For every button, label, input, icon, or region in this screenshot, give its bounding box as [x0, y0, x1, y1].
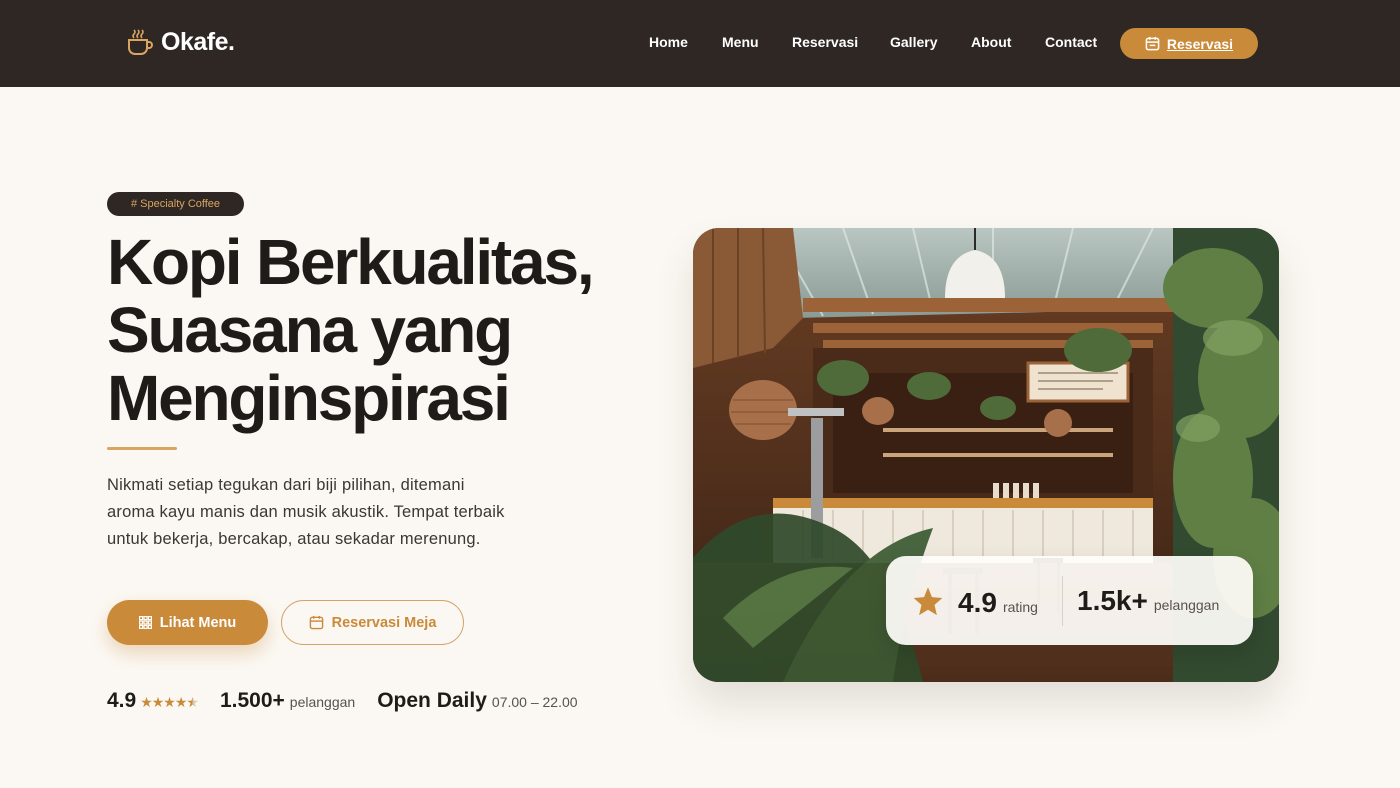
hero-description: Nikmati setiap tegukan dari biji pilihan…: [107, 476, 505, 548]
specialty-tag: # Specialty Coffee: [107, 192, 244, 216]
site-header: Okafe. Home Menu Reservasi Gallery About…: [0, 0, 1400, 87]
reservasi-meja-button[interactable]: Reservasi Meja: [281, 600, 464, 645]
open-label: Open Daily: [377, 689, 487, 712]
hero-title-line-2: Suasana yang: [107, 294, 513, 366]
rating-stars: ★★★★★: [140, 694, 199, 710]
grid-icon: [138, 616, 152, 629]
nav-reservasi[interactable]: Reservasi: [792, 34, 858, 50]
lihat-menu-label: Lihat Menu: [159, 614, 237, 631]
open-hours: 07.00 – 22.00: [491, 694, 578, 710]
overlay-rating: 4.9 rating: [886, 582, 1062, 619]
open-stat: Open Daily 07.00 – 22.00: [377, 689, 577, 713]
coffee-cup-icon: [128, 29, 153, 55]
lihat-menu-button[interactable]: Lihat Menu: [107, 600, 268, 645]
rating-overlay-card: 4.9 rating 1.5k+ pelanggan: [886, 556, 1253, 645]
overlay-customers-label: pelanggan: [1153, 596, 1220, 613]
calendar-icon: [309, 615, 323, 630]
overlay-rating-value: 4.9: [958, 587, 997, 618]
overlay-customers-value: 1.5k+: [1077, 584, 1148, 616]
hero-title: Kopi Berkualitas, Suasana yang Menginspi…: [107, 228, 667, 432]
nav-home[interactable]: Home: [649, 34, 688, 50]
reservasi-meja-label: Reservasi Meja: [331, 614, 437, 631]
header-reservasi-label: Reservasi: [1166, 35, 1234, 52]
star-icon: [913, 587, 943, 616]
header-reservasi-button[interactable]: Reservasi: [1120, 28, 1258, 59]
rating-value: 4.9: [107, 689, 137, 712]
title-divider: [107, 447, 177, 450]
hero-title-line-3: Menginspirasi: [107, 362, 511, 434]
customers-value: 1.500+: [219, 689, 285, 712]
nav-gallery[interactable]: Gallery: [890, 34, 937, 50]
hero-title-line-1: Kopi Berkualitas,: [107, 226, 595, 298]
calendar-icon: [1145, 36, 1160, 51]
overlay-customers: 1.5k+ pelanggan: [1063, 585, 1219, 617]
logo[interactable]: Okafe.: [127, 27, 235, 57]
nav-contact[interactable]: Contact: [1045, 34, 1097, 50]
hero-stats: 4.9 ★★★★★ 1.500+ pelanggan Open Daily 07.0…: [107, 689, 578, 719]
customers-label: pelanggan: [289, 694, 356, 710]
customers-stat: 1.500+ pelanggan: [220, 689, 355, 713]
nav-about[interactable]: About: [971, 34, 1011, 50]
half-star-icon: ★: [186, 694, 199, 710]
logo-text: Okafe.: [161, 27, 235, 56]
nav-menu[interactable]: Menu: [722, 34, 759, 50]
overlay-rating-label: rating: [1002, 599, 1038, 615]
